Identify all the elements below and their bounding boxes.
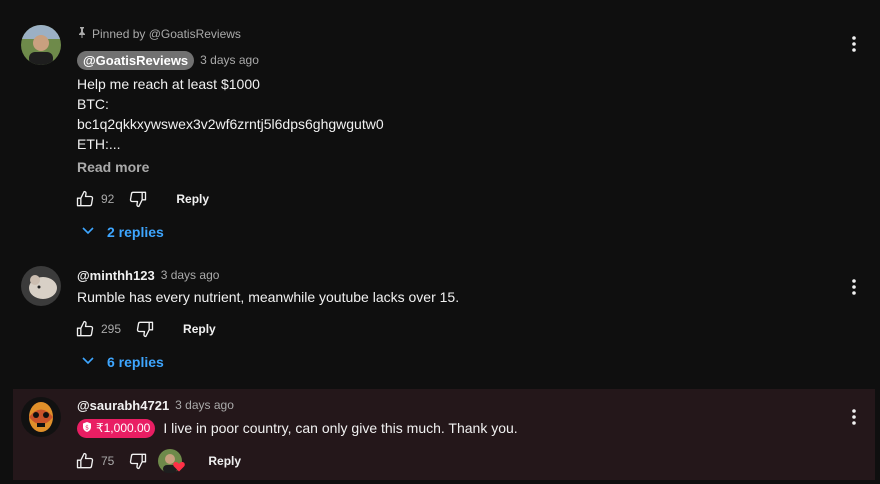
replies-count-label: 2 replies	[107, 223, 164, 240]
avatar[interactable]	[21, 397, 61, 437]
author-name[interactable]: @minthh123	[77, 268, 155, 283]
view-replies-button[interactable]: 2 replies	[81, 223, 164, 240]
comment-content: $ ₹1,000.00 I live in poor country, can …	[77, 418, 777, 438]
reply-button[interactable]: Reply	[208, 454, 241, 468]
donation-amount: ₹1,000.00	[96, 421, 151, 435]
comment-actions: 92 Reply	[73, 187, 209, 211]
comment-actions: 295 Reply	[73, 317, 216, 341]
reply-button[interactable]: Reply	[176, 192, 209, 206]
view-replies-button[interactable]: 6 replies	[81, 353, 164, 370]
comment-body: @saurabh4721 3 days ago $ ₹1,000.00 I li…	[77, 395, 777, 438]
more-vert-icon[interactable]	[842, 405, 866, 429]
thumb-down-icon[interactable]	[133, 317, 157, 341]
comment-body: @GoatisReviews 3 days ago Help me reach …	[77, 50, 777, 154]
comment-donation: @saurabh4721 3 days ago $ ₹1,000.00 I li…	[13, 389, 875, 480]
donation-badge: $ ₹1,000.00	[77, 418, 156, 438]
thumb-up-icon[interactable]	[73, 449, 97, 473]
timestamp[interactable]: 3 days ago	[200, 53, 259, 67]
chevron-down-icon	[81, 353, 95, 370]
comment-header: @GoatisReviews 3 days ago	[77, 50, 777, 70]
pinned-label: Pinned by @GoatisReviews	[77, 26, 241, 41]
comment: @minthh123 3 days ago Rumble has every n…	[0, 262, 880, 382]
like-count: 75	[101, 454, 115, 468]
comment-actions: 75 Reply	[73, 449, 241, 473]
comment-header: @minthh123 3 days ago	[77, 265, 777, 285]
avatar[interactable]	[21, 25, 61, 65]
reply-button[interactable]: Reply	[183, 322, 216, 336]
creator-heart-icon	[173, 462, 186, 472]
author-name[interactable]: @saurabh4721	[77, 398, 169, 413]
creator-heart[interactable]	[158, 449, 188, 473]
comment-pinned: Pinned by @GoatisReviews @GoatisReviews …	[0, 18, 880, 258]
comment-text: Rumble has every nutrient, meanwhile you…	[77, 289, 460, 305]
timestamp[interactable]: 3 days ago	[175, 398, 234, 412]
thumb-down-icon[interactable]	[126, 187, 150, 211]
more-vert-icon[interactable]	[842, 275, 866, 299]
thumb-up-icon[interactable]	[73, 317, 97, 341]
like-count: 295	[101, 322, 122, 336]
author-name[interactable]: @GoatisReviews	[77, 50, 195, 70]
comment-text: I live in poor country, can only give th…	[163, 420, 518, 436]
svg-text:$: $	[85, 424, 89, 431]
comment-text: Help me reach at least $1000 BTC: bc1q2q…	[77, 76, 384, 152]
comment-body: @minthh123 3 days ago Rumble has every n…	[77, 265, 777, 307]
more-vert-icon[interactable]	[842, 32, 866, 56]
replies-count-label: 6 replies	[107, 353, 164, 370]
chevron-down-icon	[81, 223, 95, 240]
avatar[interactable]	[21, 266, 61, 306]
donation-icon: $	[81, 421, 93, 436]
pin-icon	[77, 26, 87, 41]
thumb-down-icon[interactable]	[126, 449, 150, 473]
thumb-up-icon[interactable]	[73, 187, 97, 211]
pinned-text: Pinned by @GoatisReviews	[92, 26, 241, 41]
read-more-button[interactable]: Read more	[77, 159, 149, 175]
like-count: 92	[101, 192, 115, 206]
comment-header: @saurabh4721 3 days ago	[77, 395, 777, 415]
timestamp[interactable]: 3 days ago	[161, 268, 220, 282]
